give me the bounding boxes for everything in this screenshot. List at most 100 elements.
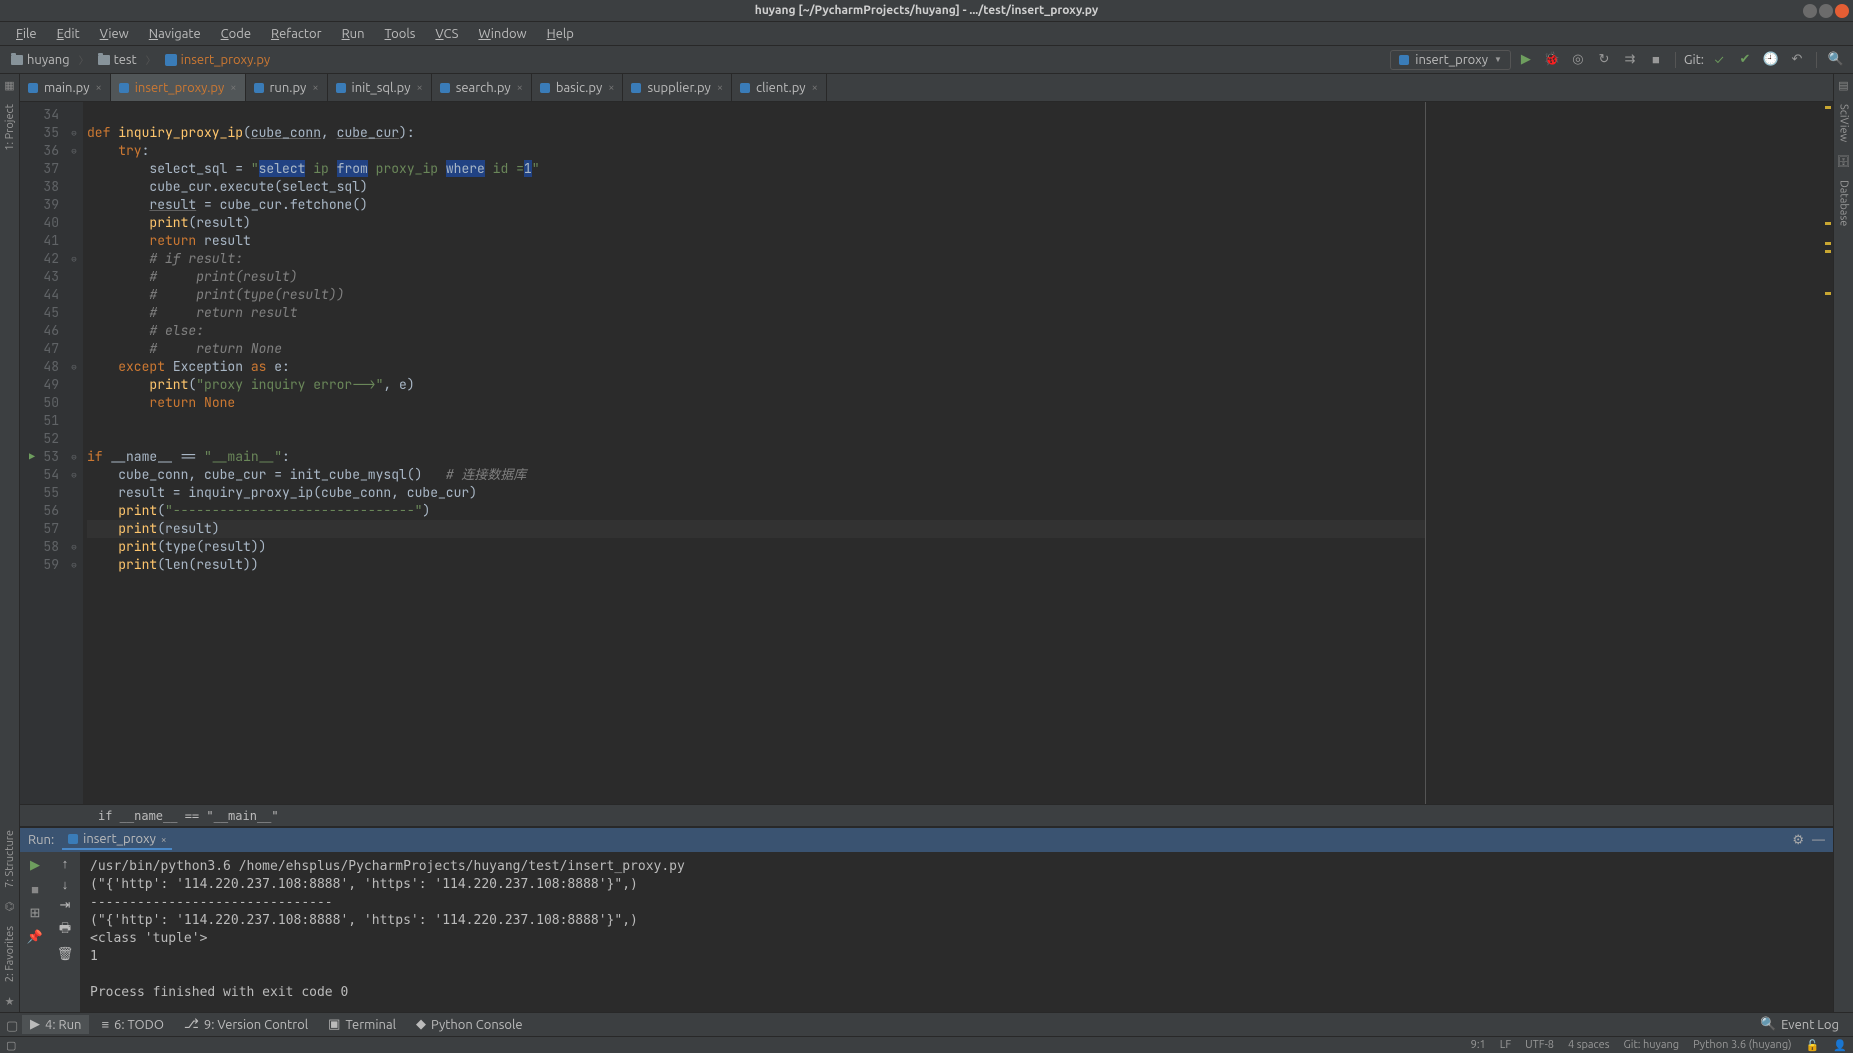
- code-content[interactable]: def inquiry_proxy_ip(cube_conn, cube_cur…: [83, 102, 1425, 804]
- menu-view[interactable]: View: [92, 25, 137, 43]
- fold-marker[interactable]: [65, 412, 83, 430]
- editor-tab-basic-py[interactable]: basic.py×: [532, 74, 624, 101]
- run-config-dropdown[interactable]: insert_proxy ▼: [1390, 50, 1511, 70]
- layout-button[interactable]: ⊞: [26, 904, 44, 922]
- menu-file[interactable]: File: [8, 25, 45, 43]
- menu-tools[interactable]: Tools: [377, 25, 424, 43]
- wrap-button[interactable]: ⇥: [60, 898, 71, 913]
- code-line[interactable]: cube_cur.execute(select_sql): [87, 178, 1425, 196]
- console-output[interactable]: /usr/bin/python3.6 /home/ehsplus/Pycharm…: [80, 852, 1833, 1012]
- code-line[interactable]: result = cube_cur.fetchone(): [87, 196, 1425, 214]
- fold-marker[interactable]: [65, 286, 83, 304]
- fold-marker[interactable]: [65, 340, 83, 358]
- code-line[interactable]: # print(result): [87, 268, 1425, 286]
- up-button[interactable]: ↑: [62, 856, 69, 871]
- code-line[interactable]: print(len(result)): [87, 556, 1425, 574]
- context-breadcrumb[interactable]: if __name__ == "__main__": [20, 804, 1833, 826]
- code-line[interactable]: [87, 106, 1425, 124]
- code-line[interactable]: return None: [87, 394, 1425, 412]
- favorites-icon[interactable]: ★: [3, 994, 17, 1008]
- down-button[interactable]: ↓: [62, 877, 69, 892]
- menu-code[interactable]: Code: [213, 25, 259, 43]
- coverage-button[interactable]: ◎: [1567, 49, 1589, 71]
- fold-marker[interactable]: ⊖: [65, 250, 83, 268]
- code-line[interactable]: result = inquiry_proxy_ip(cube_conn, cub…: [87, 484, 1425, 502]
- editor-tab-init_sql-py[interactable]: init_sql.py×: [328, 74, 432, 101]
- inspections-icon[interactable]: 👤: [1833, 1039, 1847, 1052]
- close-button[interactable]: [1835, 4, 1849, 18]
- git-history-button[interactable]: 🕘: [1760, 49, 1782, 71]
- code-line[interactable]: print("-------------------------------"): [87, 502, 1425, 520]
- git-branch[interactable]: Git: huyang: [1623, 1039, 1679, 1051]
- fold-marker[interactable]: ⊖: [65, 448, 83, 466]
- fold-marker[interactable]: [65, 214, 83, 232]
- encoding[interactable]: UTF-8: [1525, 1039, 1554, 1051]
- profile-button[interactable]: ↻: [1593, 49, 1615, 71]
- database-icon[interactable]: 🗄: [1837, 154, 1851, 168]
- breadcrumb-huyang[interactable]: huyang: [6, 52, 75, 68]
- breadcrumb-test[interactable]: test: [93, 52, 142, 68]
- menu-help[interactable]: Help: [539, 25, 582, 43]
- code-line[interactable]: print(type(result)): [87, 538, 1425, 556]
- fold-marker[interactable]: [65, 502, 83, 520]
- indent[interactable]: 4 spaces: [1568, 1039, 1610, 1051]
- project-tool-tab[interactable]: 1: Project: [2, 96, 18, 159]
- run-panel-tab[interactable]: insert_proxy ×: [62, 830, 172, 850]
- code-line[interactable]: try:: [87, 142, 1425, 160]
- editor-tab-run-py[interactable]: run.py×: [246, 74, 328, 101]
- breadcrumb-insert_proxy.py[interactable]: insert_proxy.py: [160, 52, 276, 68]
- close-tab-icon[interactable]: ×: [812, 82, 818, 94]
- rerun-button[interactable]: ▶: [26, 856, 44, 874]
- code-line[interactable]: print(result): [87, 214, 1425, 232]
- warning-mark[interactable]: [1825, 242, 1831, 245]
- close-tab-icon[interactable]: ×: [517, 82, 523, 94]
- stop-button[interactable]: ■: [26, 880, 44, 898]
- bottom-tool----version-control[interactable]: ⎇9: Version Control: [176, 1015, 316, 1034]
- settings-icon[interactable]: ⚙: [1792, 833, 1804, 848]
- interpreter[interactable]: Python 3.6 (huyang): [1693, 1039, 1791, 1051]
- run-button[interactable]: ▶: [1515, 49, 1537, 71]
- sciview-tool-tab[interactable]: SciView: [1836, 96, 1852, 150]
- code-line[interactable]: def inquiry_proxy_ip(cube_conn, cube_cur…: [87, 124, 1425, 142]
- code-line[interactable]: # if result:: [87, 250, 1425, 268]
- code-line[interactable]: [87, 430, 1425, 448]
- git-commit-button[interactable]: ✔: [1734, 49, 1756, 71]
- fold-marker[interactable]: ⊖: [65, 556, 83, 574]
- database-tool-tab[interactable]: Database: [1836, 172, 1852, 234]
- editor-tab-insert_proxy-py[interactable]: insert_proxy.py×: [111, 74, 246, 101]
- fold-marker[interactable]: [65, 106, 83, 124]
- fold-marker[interactable]: ⊖: [65, 466, 83, 484]
- close-tab-icon[interactable]: ×: [417, 82, 423, 94]
- fold-marker[interactable]: [65, 520, 83, 538]
- close-icon[interactable]: ×: [161, 834, 167, 845]
- maximize-button[interactable]: [1819, 4, 1833, 18]
- warning-mark[interactable]: [1825, 250, 1831, 253]
- event-log-button[interactable]: 🔍Event Log: [1752, 1015, 1847, 1034]
- warning-mark[interactable]: [1825, 222, 1831, 225]
- menu-window[interactable]: Window: [470, 25, 534, 43]
- warning-mark[interactable]: [1825, 106, 1831, 109]
- fold-marker[interactable]: ⊖: [65, 538, 83, 556]
- menu-navigate[interactable]: Navigate: [141, 25, 209, 43]
- structure-icon[interactable]: ⌬: [3, 900, 17, 914]
- print-button[interactable]: 🖶: [59, 919, 71, 941]
- stop-button[interactable]: ■: [1645, 49, 1667, 71]
- bottom-tool----run[interactable]: ▶4: Run: [22, 1015, 89, 1034]
- tool-windows-icon[interactable]: ▢: [6, 1019, 18, 1031]
- fold-marker[interactable]: [65, 196, 83, 214]
- debug-button[interactable]: 🐞: [1541, 49, 1563, 71]
- sciview-icon[interactable]: ▤: [1837, 78, 1851, 92]
- code-line[interactable]: # return result: [87, 304, 1425, 322]
- project-icon[interactable]: ▦: [3, 78, 17, 92]
- code-line[interactable]: cube_conn, cube_cur = init_cube_mysql() …: [87, 466, 1425, 484]
- pin-button[interactable]: 📌: [26, 928, 44, 946]
- code-line[interactable]: select_sql = "select ip from proxy_ip wh…: [87, 160, 1425, 178]
- fold-marker[interactable]: [65, 376, 83, 394]
- trash-button[interactable]: 🗑: [57, 947, 74, 962]
- cursor-position[interactable]: 9:1: [1471, 1039, 1486, 1051]
- code-line[interactable]: print("proxy inquiry error-->", e): [87, 376, 1425, 394]
- close-tab-icon[interactable]: ×: [717, 82, 723, 94]
- readonly-icon[interactable]: 🔓: [1806, 1039, 1820, 1052]
- minimize-panel-icon[interactable]: —: [1812, 833, 1825, 848]
- editor-tab-main-py[interactable]: main.py×: [20, 74, 111, 101]
